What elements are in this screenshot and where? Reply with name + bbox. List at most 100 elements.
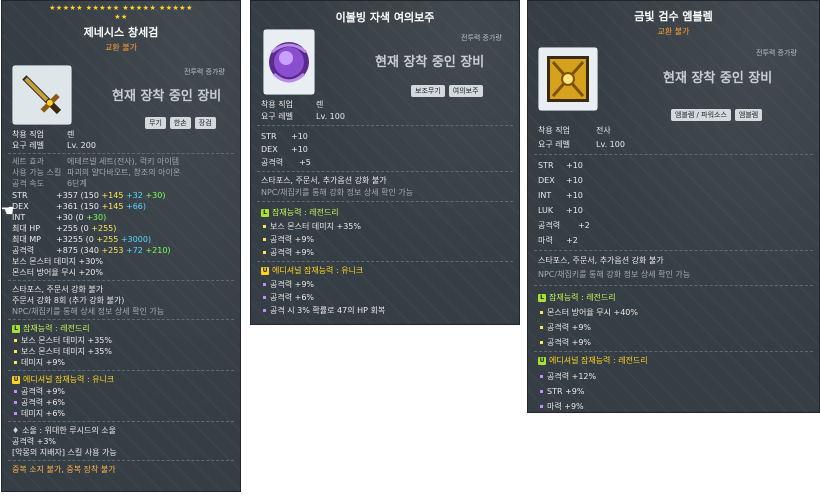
speed-row: 공격 속도 6단계	[12, 178, 87, 189]
stat-name: DEX	[261, 145, 278, 154]
bullet-icon	[263, 224, 266, 228]
set-value: 에테르넬 세트(전사), 럭키 아이템	[67, 157, 180, 166]
stat-row: 최대 HP +255 (0 +255)	[12, 223, 116, 234]
skill-value: 파괴의 얄다바오트, 창조의 아이온	[67, 168, 181, 177]
stat-row: 공격력 +875 (340 +253 +72 +210)	[12, 245, 171, 256]
stat-name: 공격력	[12, 246, 35, 255]
speed-value: 6단계	[67, 179, 87, 188]
stat-scroll: +32	[126, 191, 143, 200]
bullet-icon	[540, 389, 543, 393]
hand-cursor-icon: ☚	[1, 201, 15, 220]
combat-power-label: 전투력 증가량	[461, 34, 502, 42]
potential-line: 몬스터 방어율 무시 +40%	[538, 307, 638, 318]
potential-line-text: 공격력 +9%	[547, 338, 592, 347]
stat-row: DEX +361 (150 +145 +66)	[12, 201, 146, 212]
additional-line: 공격 시 3% 확률로 47의 HP 회복	[261, 305, 385, 316]
equipped-label: 현재 장착 중인 장비	[663, 71, 773, 86]
stat-flame: +255)	[91, 224, 117, 233]
stat-star: +210)	[145, 246, 171, 255]
stat-name: LUK	[538, 206, 554, 215]
job-row: 착용 직업 렌	[12, 129, 74, 140]
stat-name: STR	[12, 191, 28, 200]
additional-line-text: 마력 +9%	[547, 402, 584, 411]
divider	[257, 261, 513, 262]
job-label: 착용 직업	[538, 126, 570, 135]
item-tags: 엠블렘 / 파워소스 엠블렘	[671, 109, 763, 121]
unique-badge-icon: U	[261, 266, 269, 275]
additional-line-text: 공격력 +12%	[547, 372, 597, 381]
stat-row: DEX +10	[261, 144, 308, 155]
stat-name: STR	[538, 161, 554, 170]
potential-line-text: 몬스터 방어율 무시 +40%	[547, 308, 638, 317]
tag-orb: 여의보주	[448, 85, 483, 97]
bullet-icon	[14, 389, 17, 393]
stat-base: (150	[80, 202, 99, 211]
additional-line-text: 공격력 +6%	[21, 398, 66, 407]
ignore-defense: 몬스터 방어율 무시 +20%	[12, 268, 103, 277]
additional-line: 공격력 +12%	[538, 371, 596, 382]
potential-title-text: 잠재능력 : 레전드리	[549, 293, 616, 302]
potential-line: 공격력 +9%	[261, 247, 314, 258]
additional-line: 마력 +9%	[538, 401, 584, 412]
divider	[257, 125, 513, 126]
item-icon	[12, 65, 72, 125]
set-label: 세트 효과	[12, 157, 44, 166]
potential-line: 데미지 +9%	[12, 357, 65, 368]
divider	[534, 250, 813, 251]
additional-line-text: 데미지 +6%	[21, 409, 66, 418]
stat-scroll: +3000)	[120, 235, 152, 244]
level-value: Lv. 100	[596, 140, 625, 149]
stat-flame: +255	[96, 235, 119, 244]
bullet-icon	[14, 349, 17, 353]
stat-row: 마력 +2	[538, 235, 578, 246]
soul-icon: ♦	[12, 426, 20, 435]
potential-line-text: 공격력 +9%	[270, 248, 315, 257]
combat-power-label: 전투력 증가량	[184, 68, 225, 76]
divider	[8, 319, 234, 320]
level-row: 요구 레벨 Lv. 100	[538, 139, 625, 150]
bullet-icon	[263, 250, 266, 254]
job-value: 전사	[596, 126, 611, 135]
legendary-badge-icon: U	[538, 356, 546, 365]
level-value: Lv. 200	[67, 141, 96, 150]
soul-label: 소울 : 위대한 루시드의 소울	[22, 426, 116, 435]
potential-line-text: 공격력 +9%	[270, 235, 315, 244]
untradable-label: 교환 불가	[105, 43, 137, 52]
unique-badge-icon: U	[12, 375, 20, 384]
stat-flame: +145	[101, 202, 124, 211]
stat-base: (150	[80, 191, 99, 200]
potential-line: 보스 몬스터 데미지 +35%	[261, 221, 361, 232]
additional-line-text: 공격력 +6%	[270, 293, 315, 302]
enhance-note: 스타포스, 주문서 강화 불가	[12, 285, 104, 294]
stat-flame: +253	[101, 246, 124, 255]
stat-row: INT +10	[538, 190, 583, 201]
level-row: 요구 레벨 Lv. 200	[12, 140, 96, 151]
soul-stat: 공격력 +3%	[12, 437, 57, 446]
stat-base: (0	[75, 213, 84, 222]
equipped-label: 현재 장착 중인 장비	[375, 55, 485, 70]
divider	[8, 153, 234, 154]
stat-total: +875	[56, 246, 78, 255]
job-label: 착용 직업	[261, 100, 293, 109]
potential-line: 공격력 +9%	[538, 322, 591, 333]
potential-line: 보스 몬스터 데미지 +35%	[12, 346, 112, 357]
stat-name: DEX	[12, 202, 29, 211]
bullet-icon	[14, 360, 17, 364]
additional-line-text: 공격력 +9%	[21, 387, 66, 396]
additional-line-text: 공격 시 3% 확률로 47의 HP 회복	[270, 306, 386, 315]
sword-icon	[13, 66, 71, 124]
item-tags: 무기 한손 장검	[145, 117, 216, 129]
potential-title-text: 잠재능력 : 레전드리	[272, 208, 339, 217]
bullet-icon	[14, 400, 17, 404]
item-tooltip-genesis-sword: ★★★★★ ★★★★★ ★★★★★ ★★★★★ ★★ 제네시스 창세검 교환 불…	[1, 0, 241, 492]
divider	[534, 285, 813, 286]
bullet-icon	[540, 404, 543, 408]
bullet-icon	[14, 338, 17, 342]
potential-line-text: 보스 몬스터 데미지 +35%	[270, 222, 361, 231]
stat-row: STR +10	[538, 160, 583, 171]
stat-value: +10	[566, 206, 583, 215]
npc-note: NPC/채집키를 통해 강화 정보 상세 확인 가능	[261, 188, 414, 197]
divider	[257, 201, 513, 202]
potential-title: L 잠재능력 : 레전드리	[538, 292, 616, 303]
stat-name: 최대 MP	[12, 235, 41, 244]
